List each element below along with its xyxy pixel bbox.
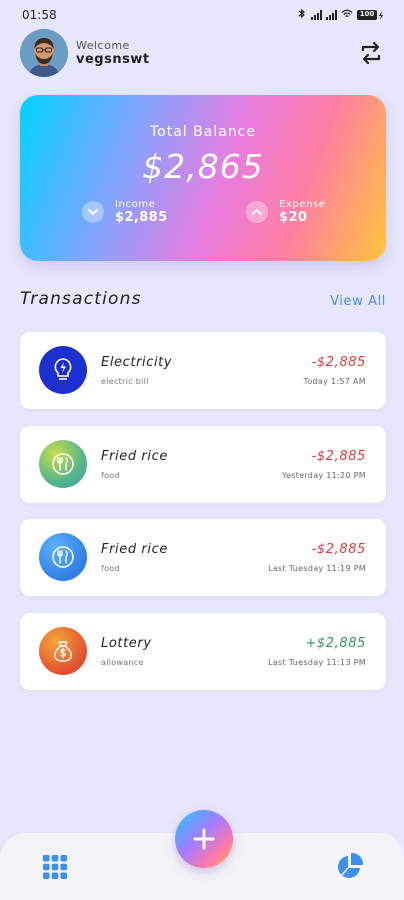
income-summary: Income $2,885 xyxy=(82,199,168,225)
transaction-name: Electricity xyxy=(101,355,173,370)
transaction-name: Lottery xyxy=(101,636,152,651)
transaction-category: electric bill xyxy=(101,377,149,386)
food-icon xyxy=(39,533,87,581)
add-icon xyxy=(193,828,215,850)
avatar[interactable] xyxy=(20,29,68,77)
pie-chart-icon xyxy=(338,852,364,878)
chevron-up-icon xyxy=(246,201,268,223)
income-label: Income xyxy=(115,199,156,210)
bluetooth-icon xyxy=(297,8,307,22)
transaction-item[interactable]: Fried rice food -$2,885 Yesterday 11:20 … xyxy=(20,426,386,503)
view-all-link[interactable]: View All xyxy=(330,294,386,309)
expense-value: $20 xyxy=(279,210,308,225)
welcome-label: Welcome xyxy=(76,39,130,52)
signal-icon-2 xyxy=(326,10,337,20)
balance-amount: $2,865 xyxy=(142,147,264,186)
grid-button[interactable] xyxy=(42,854,68,880)
balance-card: Total Balance $2,865 Income $2,885 Expen… xyxy=(20,95,386,261)
income-value: $2,885 xyxy=(115,210,168,225)
chevron-down-icon xyxy=(82,201,104,223)
transaction-name: Fried rice xyxy=(101,542,168,557)
transaction-category: food xyxy=(101,564,120,573)
add-transaction-button[interactable] xyxy=(175,810,233,868)
transaction-time: Last Tuesday 11:19 PM xyxy=(268,564,366,573)
header: Welcome vegsnswt xyxy=(20,28,386,78)
expense-label: Expense xyxy=(279,199,326,210)
transaction-category: allowance xyxy=(101,658,144,667)
transaction-time: Today 1:57 AM xyxy=(303,377,366,386)
grid-icon xyxy=(43,855,67,879)
username: vegsnswt xyxy=(76,52,150,67)
battery-level: 100 xyxy=(357,10,377,20)
transaction-time: Last Tuesday 11:13 PM xyxy=(268,658,366,667)
transaction-item[interactable]: Fried rice food -$2,885 Last Tuesday 11:… xyxy=(20,519,386,596)
status-icons: 100 xyxy=(297,8,384,22)
signal-icon xyxy=(311,10,322,20)
transaction-item[interactable]: Electricity electric bill -$2,885 Today … xyxy=(20,332,386,409)
statistics-button[interactable] xyxy=(336,852,364,880)
user-avatar-icon xyxy=(20,29,68,77)
transaction-amount: -$2,885 xyxy=(311,542,366,557)
transaction-category: food xyxy=(101,471,120,480)
food-icon xyxy=(39,440,87,488)
transaction-time: Yesterday 11:20 PM xyxy=(281,471,366,480)
sync-icon xyxy=(361,41,381,65)
transaction-item[interactable]: Lottery allowance +$2,885 Last Tuesday 1… xyxy=(20,613,386,690)
greeting: Welcome vegsnswt xyxy=(76,39,150,67)
sync-button[interactable] xyxy=(356,38,386,68)
money-bag-icon xyxy=(39,627,87,675)
transaction-name: Fried rice xyxy=(101,449,168,464)
expense-summary: Expense $20 xyxy=(246,199,326,225)
transaction-amount: +$2,885 xyxy=(305,636,366,651)
battery-icon: 100 xyxy=(357,10,384,20)
status-bar: 01:58 100 xyxy=(0,0,404,30)
transactions-title: Transactions xyxy=(20,289,142,309)
transaction-amount: -$2,885 xyxy=(311,355,366,370)
balance-title: Total Balance xyxy=(150,124,256,140)
status-time: 01:58 xyxy=(22,8,57,22)
lightbulb-icon xyxy=(39,346,87,394)
wifi-icon xyxy=(341,9,353,22)
transaction-amount: -$2,885 xyxy=(311,449,366,464)
